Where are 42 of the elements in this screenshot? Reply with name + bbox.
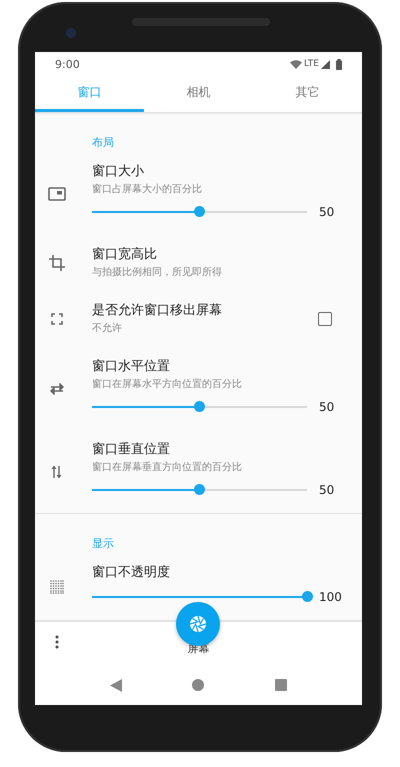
slider-value: 50 xyxy=(319,400,334,414)
back-icon[interactable] xyxy=(110,678,122,692)
swap-horizontal-icon xyxy=(50,382,64,394)
battery-icon xyxy=(336,58,342,70)
section-header: 显示 xyxy=(92,537,114,550)
dot-grid-icon xyxy=(50,580,64,594)
status-time: 9:00 xyxy=(55,58,81,70)
setting-subtitle: 窗口在屏幕水平方向位置的百分比 xyxy=(92,378,243,392)
setting-title: 窗口不透明度 xyxy=(92,564,171,582)
signal-icon xyxy=(321,60,330,68)
setting-subtitle: 窗口占屏幕大小的百分比 xyxy=(92,182,203,197)
setting-subtitle: 与拍摄比例相同，所见即所得 xyxy=(92,266,223,280)
slider-value: 50 xyxy=(319,204,334,218)
swap-vertical-icon xyxy=(51,464,63,478)
setting-title: 窗口宽高比 xyxy=(92,246,158,264)
slider-thumb[interactable] xyxy=(194,206,205,217)
wifi-icon xyxy=(290,60,302,68)
crop-icon xyxy=(49,255,65,271)
home-icon[interactable] xyxy=(192,679,204,691)
setting-subtitle: 不允许 xyxy=(92,322,123,336)
setting-title: 窗口大小 xyxy=(92,163,145,181)
setting-title: 窗口水平位置 xyxy=(92,358,171,376)
checkbox[interactable] xyxy=(318,312,332,326)
window-icon xyxy=(48,186,66,200)
setting-title: 是否允许窗口移出屏幕 xyxy=(92,302,223,320)
setting-title: 窗口垂直位置 xyxy=(92,441,171,459)
network-type: LTE xyxy=(304,59,319,69)
tab[interactable]: 窗口 xyxy=(35,76,144,112)
front-camera xyxy=(66,28,76,38)
slider-value: 50 xyxy=(319,482,334,496)
aperture-icon xyxy=(189,615,207,633)
setting-subtitle: 窗口在屏幕垂直方向位置的百分比 xyxy=(92,460,243,475)
more-icon[interactable] xyxy=(55,635,59,649)
slider-value: 100 xyxy=(319,590,342,604)
slider-thumb[interactable] xyxy=(194,484,205,495)
slider-thumb[interactable] xyxy=(194,401,205,412)
slider-thumb[interactable] xyxy=(302,591,312,602)
tab[interactable]: 其它 xyxy=(253,76,362,112)
recents-icon[interactable] xyxy=(274,679,287,691)
fullscreen-icon xyxy=(51,313,63,325)
tab[interactable]: 相机 xyxy=(144,76,253,112)
section-header: 布局 xyxy=(92,136,114,149)
